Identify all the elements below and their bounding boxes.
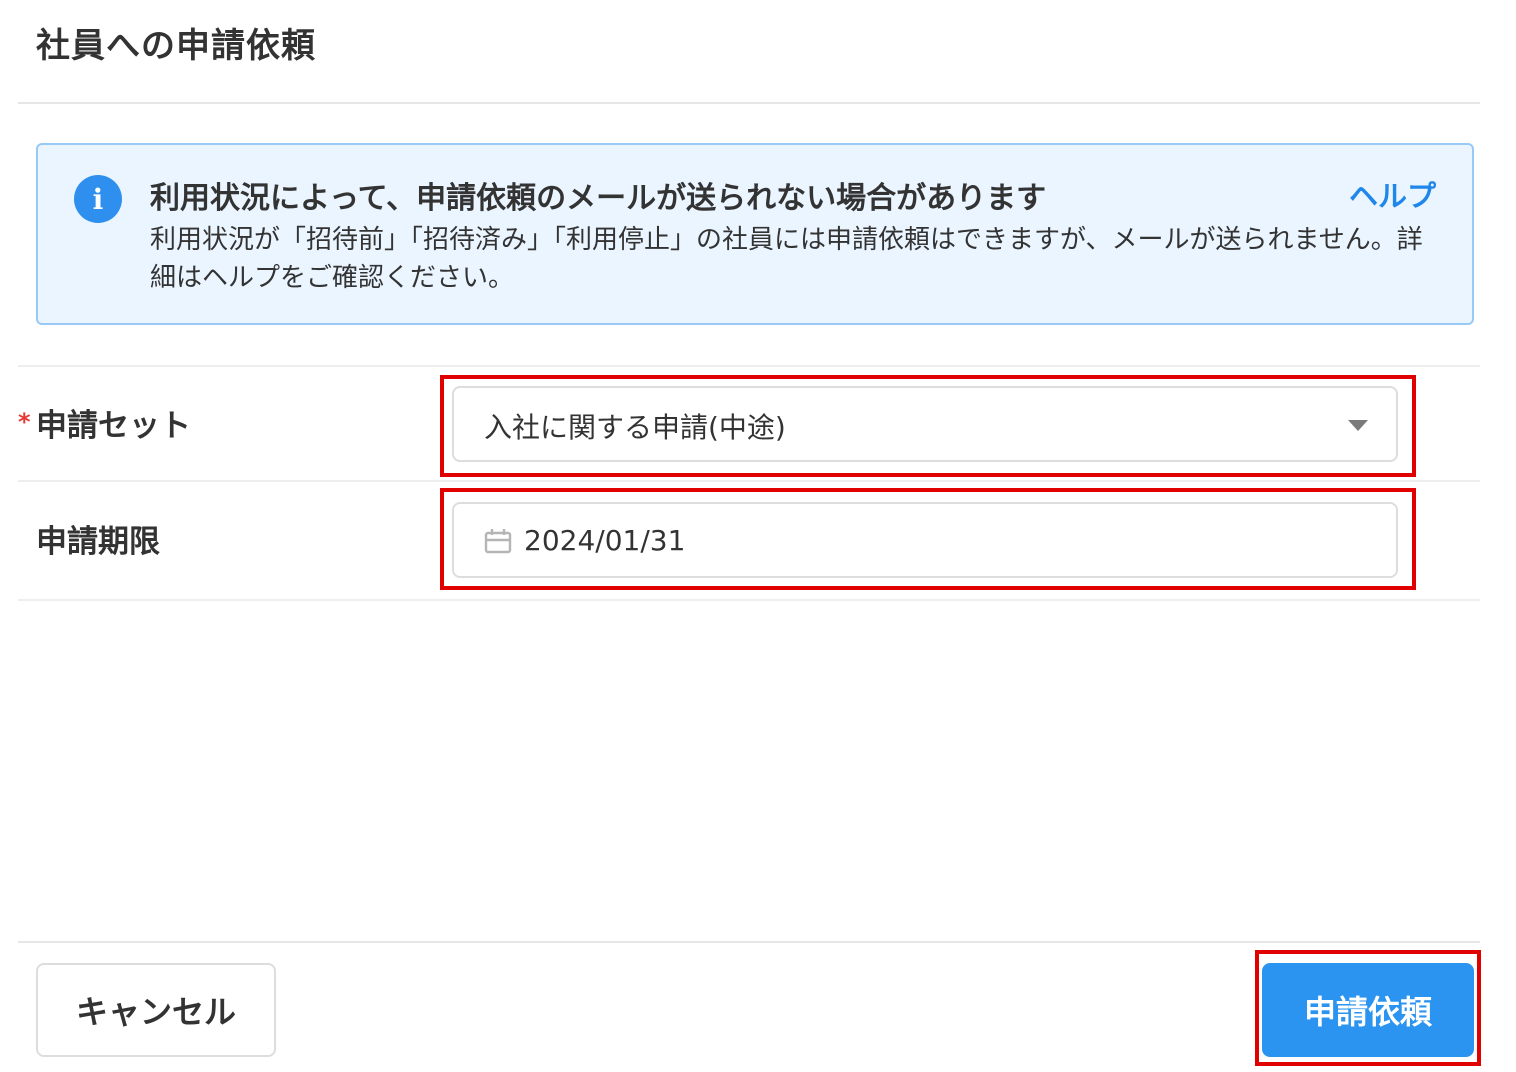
cancel-button[interactable]: キャンセル [36,963,276,1057]
calendar-icon [484,529,512,554]
application-set-value: 入社に関する申請(中途) [484,411,786,444]
info-heading: 利用状況によって、申請依頼のメールが送られない場合があります [150,181,1047,216]
caret-down-icon [1348,420,1368,431]
help-link[interactable]: ヘルプ [1349,173,1436,215]
application-set-select[interactable]: 入社に関する申請(中途) [452,386,1398,462]
form-divider [18,365,1480,367]
footer-divider [18,941,1480,943]
request-dialog: 社員への申請依頼 i 利用状況によって、申請依頼のメールが送られない場合がありま… [0,0,1516,1072]
info-alert: i 利用状況によって、申請依頼のメールが送られない場合があります ヘルプ 利用状… [36,143,1474,325]
deadline-label: 申請期限 [36,524,160,560]
title-divider [18,102,1480,104]
required-mark: * [18,408,31,436]
submit-request-button[interactable]: 申請依頼 [1262,963,1474,1057]
info-body: 利用状況が「招待前」「招待済み」「利用停止」の社員には申請依頼はできますが、メー… [150,225,1423,293]
dialog-title: 社員への申請依頼 [36,26,316,66]
info-icon: i [74,175,122,223]
deadline-date-input[interactable]: 2024/01/31 [452,502,1398,578]
form-divider [18,599,1480,601]
form-divider [18,480,1480,482]
application-set-label: 申請セット [36,408,191,444]
deadline-date-value: 2024/01/31 [524,524,686,557]
